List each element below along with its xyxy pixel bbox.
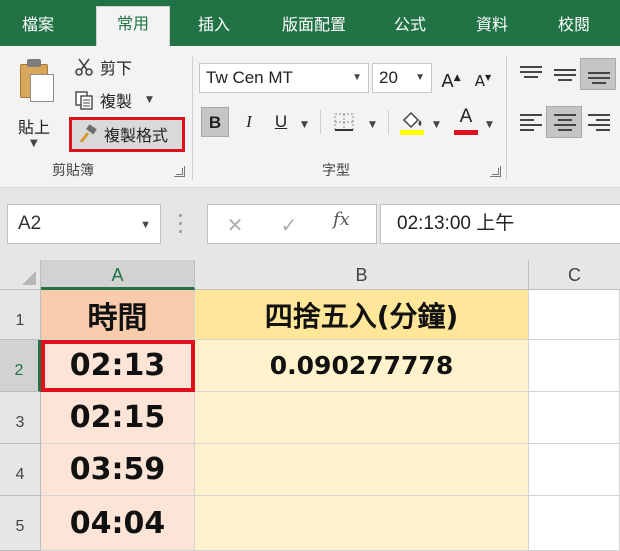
clipboard-group-label: 剪貼簿 — [52, 163, 94, 179]
formula-buttons: ✕ ✓ fx — [207, 204, 377, 244]
formula-input[interactable]: 02:13:00 上午 — [380, 204, 620, 244]
align-right-icon[interactable] — [586, 112, 612, 134]
cell-c5[interactable] — [529, 496, 620, 551]
chevron-down-icon: ▼ — [146, 95, 153, 105]
cell-b2[interactable]: 0.090277778 — [195, 340, 529, 392]
row-header-2[interactable]: 2 — [0, 340, 41, 392]
paste-button[interactable]: 貼上 ▼ — [10, 56, 66, 152]
row-header-3[interactable]: 3 — [0, 392, 41, 444]
cell-a1[interactable]: 時間 — [41, 290, 195, 340]
grow-font-label: A — [441, 71, 454, 92]
italic-button[interactable]: I — [235, 107, 263, 137]
cell-a4[interactable]: 03:59 — [41, 444, 195, 496]
tab-insert[interactable]: 插入 — [186, 8, 242, 46]
insert-function-icon[interactable]: fx — [333, 209, 350, 230]
group-separator — [192, 56, 193, 180]
paintbrush-icon — [78, 124, 98, 144]
paste-label: 貼上 — [18, 118, 51, 137]
align-center-icon[interactable] — [552, 112, 578, 134]
cell-c4[interactable] — [529, 444, 620, 496]
align-left-icon[interactable] — [518, 112, 544, 134]
spreadsheet-grid: A B C 1 2 3 4 5 時間 四捨五入(分鐘) 02:13 0.0902… — [0, 260, 620, 551]
cut-button[interactable]: 剪下 — [74, 54, 132, 80]
dialog-launcher-icon[interactable] — [490, 166, 501, 177]
tab-data[interactable]: 資料 — [462, 8, 522, 46]
column-header-a[interactable]: A — [41, 260, 195, 290]
name-box-value: A2 — [18, 213, 42, 234]
align-middle-icon[interactable] — [552, 64, 578, 86]
chevron-down-icon: ▼ — [352, 72, 362, 83]
tab-file[interactable]: 檔案 — [8, 8, 68, 46]
cell-b3[interactable] — [195, 392, 529, 444]
row-header-4[interactable]: 4 — [0, 444, 41, 496]
align-bottom-icon[interactable] — [586, 64, 612, 86]
cell-c1[interactable] — [529, 290, 620, 340]
cell-b4[interactable] — [195, 444, 529, 496]
chevron-down-icon[interactable]: ▼ — [486, 120, 493, 130]
font-group-label: 字型 — [322, 163, 350, 179]
cell-a3[interactable]: 02:15 — [41, 392, 195, 444]
chevron-down-icon[interactable]: ▼ — [301, 120, 308, 130]
chevron-down-icon[interactable]: ▼ — [140, 206, 151, 244]
scissors-icon — [74, 57, 94, 77]
tab-page-layout[interactable]: 版面配置 — [268, 8, 360, 46]
chevron-down-icon: ▼ — [415, 72, 425, 83]
dialog-launcher-icon[interactable] — [174, 166, 185, 177]
paper-icon — [30, 74, 54, 102]
tab-formulas[interactable]: 公式 — [380, 8, 440, 46]
font-color-label: A — [459, 106, 473, 127]
select-all-icon — [22, 271, 36, 285]
shrink-font-label: A — [474, 72, 486, 90]
format-painter-label: 複製格式 — [104, 126, 169, 145]
font-size-select[interactable]: 20 ▼ — [372, 63, 432, 93]
font-color-button[interactable]: A — [452, 106, 480, 136]
cut-label: 剪下 — [100, 59, 133, 78]
cell-a5[interactable]: 04:04 — [41, 496, 195, 551]
chevron-down-icon[interactable]: ▼ — [369, 120, 376, 130]
chevron-down-icon: ▼ — [30, 138, 38, 149]
active-cell-highlight — [41, 340, 195, 392]
name-box[interactable]: A2 ▼ — [7, 204, 161, 244]
cell-c2[interactable] — [529, 340, 620, 392]
chevron-down-icon[interactable]: ▼ — [433, 120, 440, 130]
font-name-value: Tw Cen MT — [206, 68, 293, 87]
cancel-icon[interactable]: ✕ — [220, 211, 250, 239]
divider — [388, 110, 389, 134]
font-size-value: 20 — [379, 68, 398, 87]
cell-b5[interactable] — [195, 496, 529, 551]
row-header-1[interactable]: 1 — [0, 290, 41, 340]
shrink-font-button[interactable]: A▼ — [470, 63, 496, 93]
ribbon: 貼上 ▼ 剪下 複製 ▼ 複製格式 剪貼簿 Tw Cen MT ▼ 20 ▼ A… — [0, 46, 620, 188]
tab-review[interactable]: 校閱 — [544, 8, 604, 46]
copy-icon — [74, 90, 94, 110]
column-header-c[interactable]: C — [529, 260, 620, 290]
cell-b1[interactable]: 四捨五入(分鐘) — [195, 290, 529, 340]
ribbon-tab-bar: 檔案 常用 插入 版面配置 公式 資料 校閱 — [0, 0, 620, 47]
cell-c3[interactable] — [529, 392, 620, 444]
clipboard-clip-icon — [27, 59, 41, 67]
format-painter-content[interactable]: 複製格式 — [78, 121, 168, 147]
fill-color-icon[interactable] — [398, 108, 428, 136]
tab-home[interactable]: 常用 — [96, 6, 170, 47]
font-name-select[interactable]: Tw Cen MT ▼ — [199, 63, 369, 93]
font-color-swatch — [454, 130, 478, 135]
align-top-icon[interactable] — [518, 64, 544, 86]
formula-bar-grip[interactable] — [178, 212, 182, 236]
enter-icon[interactable]: ✓ — [274, 211, 304, 239]
group-separator — [506, 56, 507, 180]
underline-button[interactable]: U — [267, 107, 295, 137]
column-header-b[interactable]: B — [195, 260, 529, 290]
borders-icon[interactable] — [333, 112, 355, 132]
copy-button[interactable]: 複製 ▼ — [74, 87, 153, 113]
row-header-5[interactable]: 5 — [0, 496, 41, 551]
bold-button[interactable]: B — [201, 107, 229, 137]
divider — [320, 110, 321, 134]
formula-bar-area: A2 ▼ ✕ ✓ fx 02:13:00 上午 — [0, 188, 620, 260]
copy-label: 複製 — [100, 92, 133, 111]
select-all-button[interactable] — [0, 260, 41, 290]
grow-font-button[interactable]: A▲ — [438, 63, 464, 93]
